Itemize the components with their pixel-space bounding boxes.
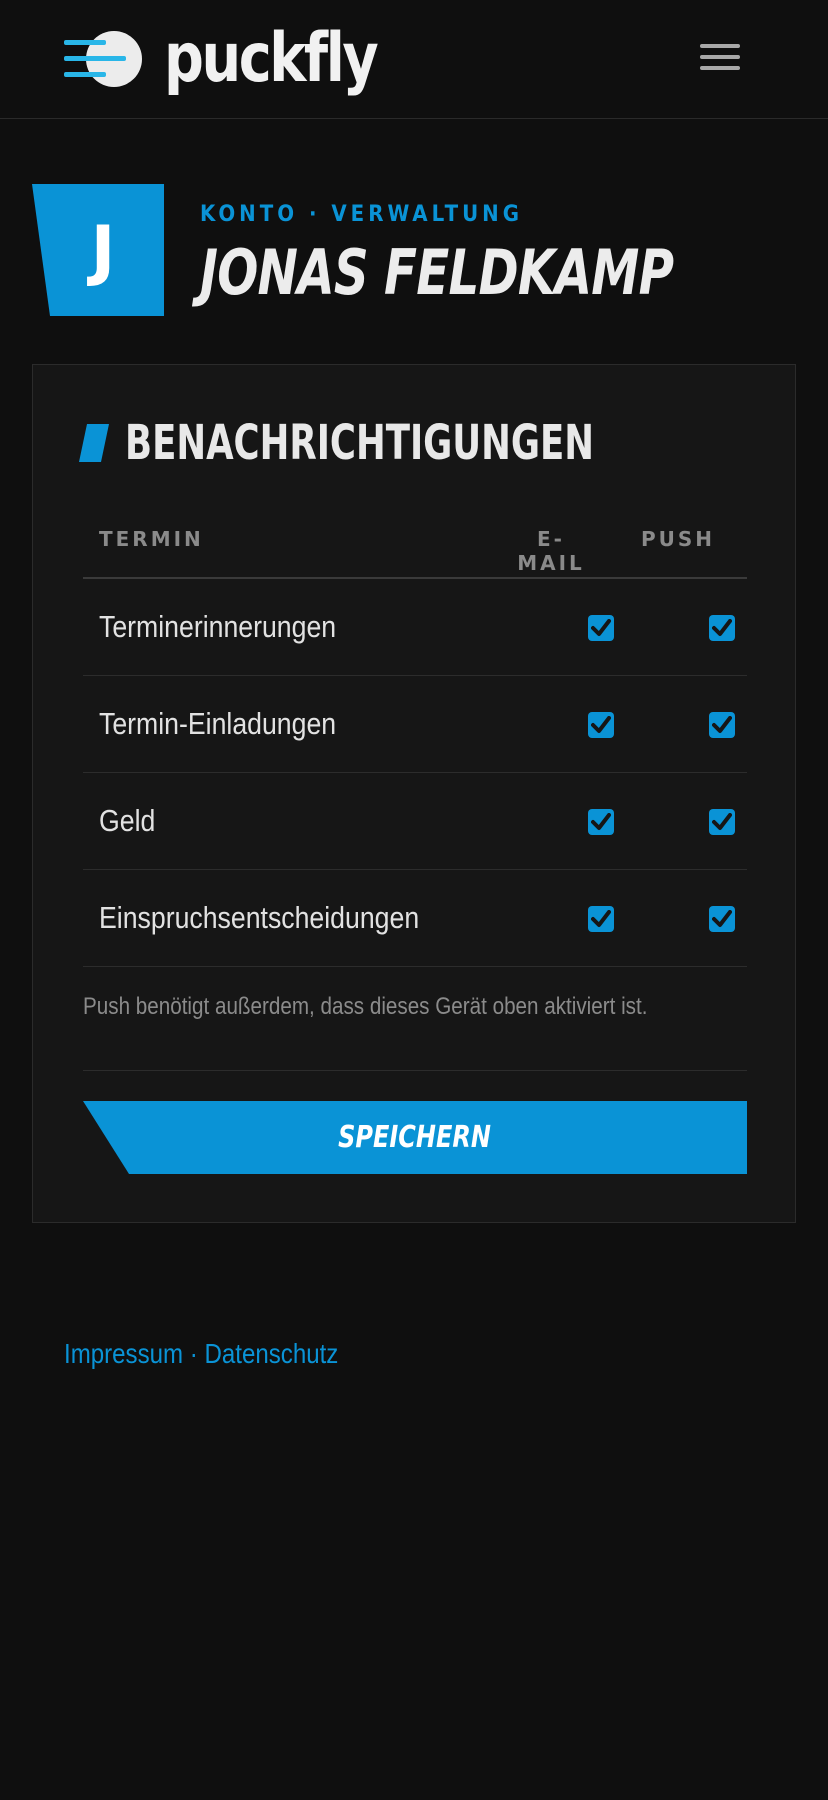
avatar-initial: J: [90, 211, 116, 289]
notifications-card: BENACHRICHTIGUNGEN TERMIN E-MAIL PUSH Te…: [32, 364, 796, 1223]
hamburger-menu-icon[interactable]: [698, 40, 742, 74]
push-checkbox[interactable]: [709, 809, 735, 835]
footer-separator: ·: [183, 1338, 205, 1369]
row-label: Termin-Einladungen: [99, 706, 337, 741]
push-checkbox[interactable]: [709, 906, 735, 932]
checkmark-icon: [591, 813, 611, 830]
table-row: Terminerinnerungen: [83, 579, 747, 676]
brand-logo[interactable]: puckfly: [64, 24, 423, 94]
footer-links: Impressum · Datenschutz: [64, 1338, 383, 1370]
email-checkbox[interactable]: [588, 809, 614, 835]
speeding-puck-icon: [64, 24, 144, 94]
push-hint: Push benötigt außerdem, dass dieses Gerä…: [83, 973, 747, 1071]
push-checkbox[interactable]: [709, 615, 735, 641]
save-button[interactable]: SPEICHERN: [83, 1101, 747, 1174]
checkmark-icon: [712, 910, 732, 927]
card-title: BENACHRICHTIGUNGEN: [79, 413, 759, 473]
table-row: Termin-Einladungen: [83, 676, 747, 773]
row-label: Einspruchsentscheidungen: [99, 900, 420, 935]
save-button-label: SPEICHERN: [338, 1120, 492, 1155]
title-accent-icon: [79, 424, 109, 462]
checkmark-icon: [591, 910, 611, 927]
row-label: Terminerinnerungen: [99, 609, 337, 644]
row-label: Geld: [99, 803, 156, 838]
table-header: TERMIN E-MAIL PUSH: [83, 495, 747, 579]
column-header-email: E-MAIL: [517, 527, 585, 575]
top-bar: puckfly: [0, 0, 828, 119]
push-hint-text: Push benötigt außerdem, dass dieses Gerä…: [83, 993, 648, 1020]
table-row: Einspruchsentscheidungen: [83, 870, 747, 967]
checkmark-icon: [712, 813, 732, 830]
column-header-termin: TERMIN: [99, 527, 204, 551]
column-header-push: PUSH: [641, 527, 716, 551]
avatar: J: [32, 184, 164, 316]
notification-table: TERMIN E-MAIL PUSH Terminerinnerungen Te…: [83, 495, 747, 967]
checkmark-icon: [591, 716, 611, 733]
email-checkbox[interactable]: [588, 712, 614, 738]
card-title-text: BENACHRICHTIGUNGEN: [125, 415, 595, 471]
section-eyebrow: KONTO · VERWALTUNG: [200, 202, 523, 227]
save-button-label-wrap: SPEICHERN: [83, 1101, 747, 1174]
checkmark-icon: [712, 619, 732, 636]
datenschutz-link[interactable]: Datenschutz: [204, 1338, 338, 1369]
impressum-link[interactable]: Impressum: [64, 1338, 183, 1369]
checkmark-icon: [591, 619, 611, 636]
checkmark-icon: [712, 716, 732, 733]
email-checkbox[interactable]: [588, 906, 614, 932]
brand-name: puckfly: [164, 19, 379, 98]
table-row: Geld: [83, 773, 747, 870]
push-checkbox[interactable]: [709, 712, 735, 738]
email-checkbox[interactable]: [588, 615, 614, 641]
page-title: JONAS FELDKAMP: [200, 236, 674, 309]
